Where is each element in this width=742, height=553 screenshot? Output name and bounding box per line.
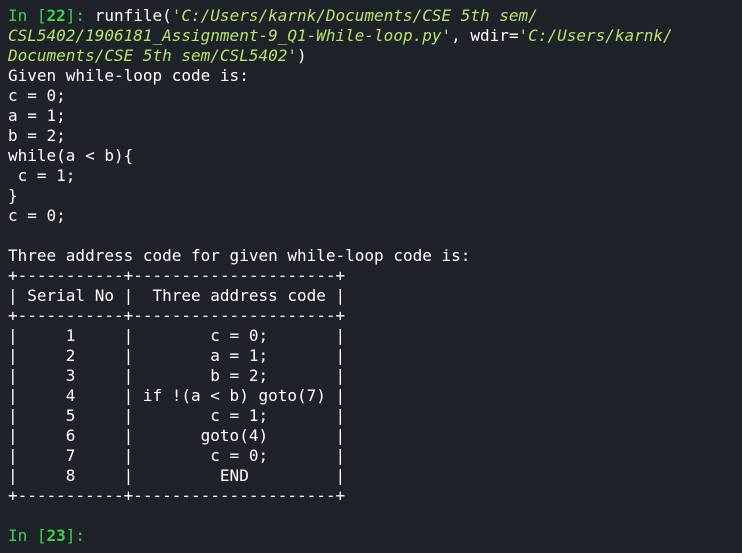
code-line: c = 1; (8, 166, 76, 185)
prompt-number: 23 (46, 526, 66, 545)
input-line-23[interactable]: In [23]: (8, 526, 742, 546)
prompt-prefix: In [ (8, 526, 47, 545)
table-row: | 8 | END | (8, 466, 346, 485)
table-border-top: +-----------+---------------------+ (8, 266, 346, 285)
prompt-suffix: ]: (65, 6, 95, 25)
code-line: b = 2; (8, 126, 66, 145)
code-line: while(a < b){ (8, 146, 134, 165)
code-line: } (8, 186, 18, 205)
file-path-part2: CSL5402/1906181_Assignment-9_Q1-While-lo… (8, 26, 452, 45)
code-line: c = 0; (8, 206, 66, 225)
input-line-22-cont1: CSL5402/1906181_Assignment-9_Q1-While-lo… (8, 26, 742, 46)
runfile-call: runfile( (94, 6, 172, 25)
code-line: a = 1; (8, 106, 66, 125)
table-border-bottom: +-----------+---------------------+ (8, 486, 346, 505)
table-row: | 2 | a = 1; | (8, 346, 346, 365)
prompt-suffix: ]: (65, 526, 95, 545)
output-heading-three-address: Three address code for given while-loop … (8, 246, 471, 265)
runfile-close-paren: ) (296, 46, 307, 65)
wdir-label: , wdir= (451, 26, 519, 45)
table-header: | Serial No | Three address code | (8, 286, 346, 305)
ipython-console[interactable]: In [22]: runfile('C:/Users/karnk/Documen… (0, 0, 742, 553)
table-row: | 7 | c = 0; | (8, 446, 346, 465)
prompt-number: 22 (46, 6, 66, 25)
wdir-path-part2: Documents/CSE 5th sem/CSL5402' (8, 46, 297, 65)
input-line-22-cont2: Documents/CSE 5th sem/CSL5402') (8, 46, 742, 66)
table-row: | 5 | c = 1; | (8, 406, 346, 425)
input-line-22: In [22]: runfile('C:/Users/karnk/Documen… (8, 6, 742, 26)
code-line: c = 0; (8, 86, 66, 105)
wdir-path-part1: 'C:/Users/karnk/ (518, 26, 673, 45)
table-row: | 1 | c = 0; | (8, 326, 346, 345)
table-row: | 3 | b = 2; | (8, 366, 346, 385)
table-row: | 4 | if !(a < b) goto(7) | (8, 386, 346, 405)
table-border-header: +-----------+---------------------+ (8, 306, 346, 325)
table-row: | 6 | goto(4) | (8, 426, 346, 445)
file-path-part1: 'C:/Users/karnk/Documents/CSE 5th sem/ (171, 6, 538, 25)
prompt-prefix: In [ (8, 6, 47, 25)
output-heading-given-code: Given while-loop code is: (8, 66, 249, 85)
